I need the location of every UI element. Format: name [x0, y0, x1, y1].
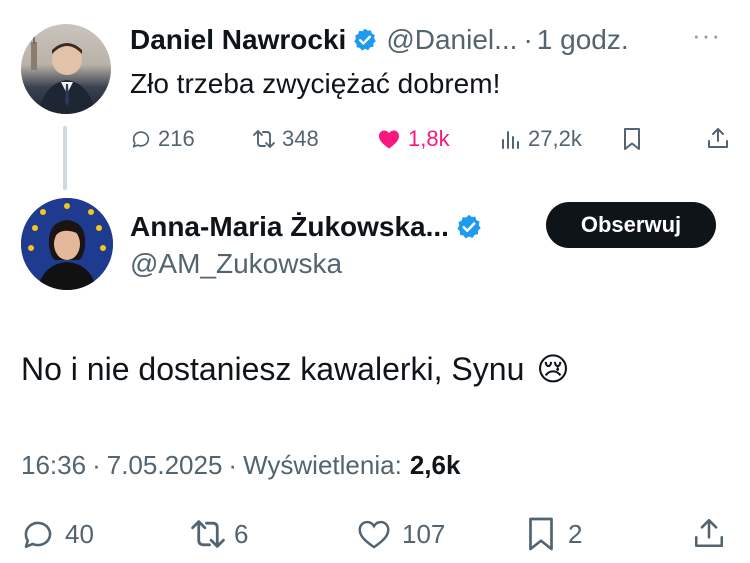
parent-bookmark-icon[interactable]: [622, 127, 642, 151]
reply-action-bookmark[interactable]: 2: [526, 514, 582, 554]
heart-filled-icon: [376, 128, 402, 150]
repost-icon: [186, 517, 230, 551]
parent-repost-count: 348: [282, 126, 319, 151]
bookmark-icon: [526, 516, 556, 552]
reply-share-icon[interactable]: [692, 516, 726, 550]
crying-face-emoji: 😢: [536, 350, 570, 388]
parent-repost-stat[interactable]: 348: [250, 124, 319, 154]
follow-button[interactable]: Obserwuj: [546, 202, 716, 248]
parent-like-stat[interactable]: 1,8k: [376, 124, 450, 154]
views-value: 2,6k: [409, 449, 461, 480]
repost-count: 6: [234, 518, 249, 549]
parent-author-name[interactable]: Daniel Nawrocki: [130, 24, 346, 56]
parent-share-icon[interactable]: [706, 126, 730, 150]
reply-tweet-text-row: No i nie dostaniesz kawalerki, Synu 😢: [21, 348, 570, 390]
views-label: Wyświetlenia:: [243, 449, 402, 480]
reply-action-reply[interactable]: 40: [21, 514, 94, 554]
reply-icon: [130, 128, 152, 150]
parent-avatar[interactable]: [21, 24, 111, 114]
reply-time[interactable]: 16:36: [21, 450, 86, 481]
parent-separator: ·: [523, 24, 533, 55]
parent-timestamp[interactable]: 1 godz.: [537, 24, 629, 56]
views-chart-icon: [500, 128, 522, 150]
parent-like-count: 1,8k: [408, 126, 450, 151]
meta-separator: ·: [92, 449, 101, 480]
reply-author-name[interactable]: Anna-Maria Żukowska...: [130, 211, 449, 243]
thread-line: [63, 126, 67, 190]
parent-tweet-text: Zło trzeba zwyciężać dobrem!: [130, 68, 501, 99]
verified-badge-icon: [352, 27, 378, 53]
more-options-icon[interactable]: ···: [692, 20, 721, 51]
reply-meta: 16:36 · 7.05.2025 · Wyświetlenia: 2,6k: [21, 448, 460, 482]
reply-date[interactable]: 7.05.2025: [107, 450, 223, 481]
bookmark-count: 2: [568, 518, 583, 549]
parent-reply-count: 216: [158, 126, 195, 151]
like-count: 107: [402, 518, 446, 549]
parent-views-stat[interactable]: 27,2k: [500, 124, 582, 154]
verified-badge-icon: [455, 213, 483, 241]
reply-handle[interactable]: @AM_Zukowska: [130, 248, 342, 280]
parent-handle[interactable]: @Daniel...: [386, 24, 517, 56]
reply-action-repost[interactable]: 6: [186, 514, 248, 554]
reply-icon: [21, 517, 55, 551]
meta-separator: ·: [228, 449, 238, 480]
reply-action-like[interactable]: 107: [356, 514, 445, 554]
repost-icon: [250, 128, 278, 150]
reply-count: 40: [65, 518, 94, 549]
reply-tweet-text: No i nie dostaniesz kawalerki, Synu: [21, 350, 525, 387]
parent-reply-stat[interactable]: 216: [130, 124, 195, 154]
reply-author-row: Anna-Maria Żukowska...: [130, 208, 483, 246]
parent-header: Daniel Nawrocki @Daniel... · 1 godz.: [130, 22, 629, 58]
heart-icon: [356, 518, 392, 550]
reply-avatar[interactable]: [21, 198, 113, 290]
parent-views-count: 27,2k: [528, 126, 582, 151]
